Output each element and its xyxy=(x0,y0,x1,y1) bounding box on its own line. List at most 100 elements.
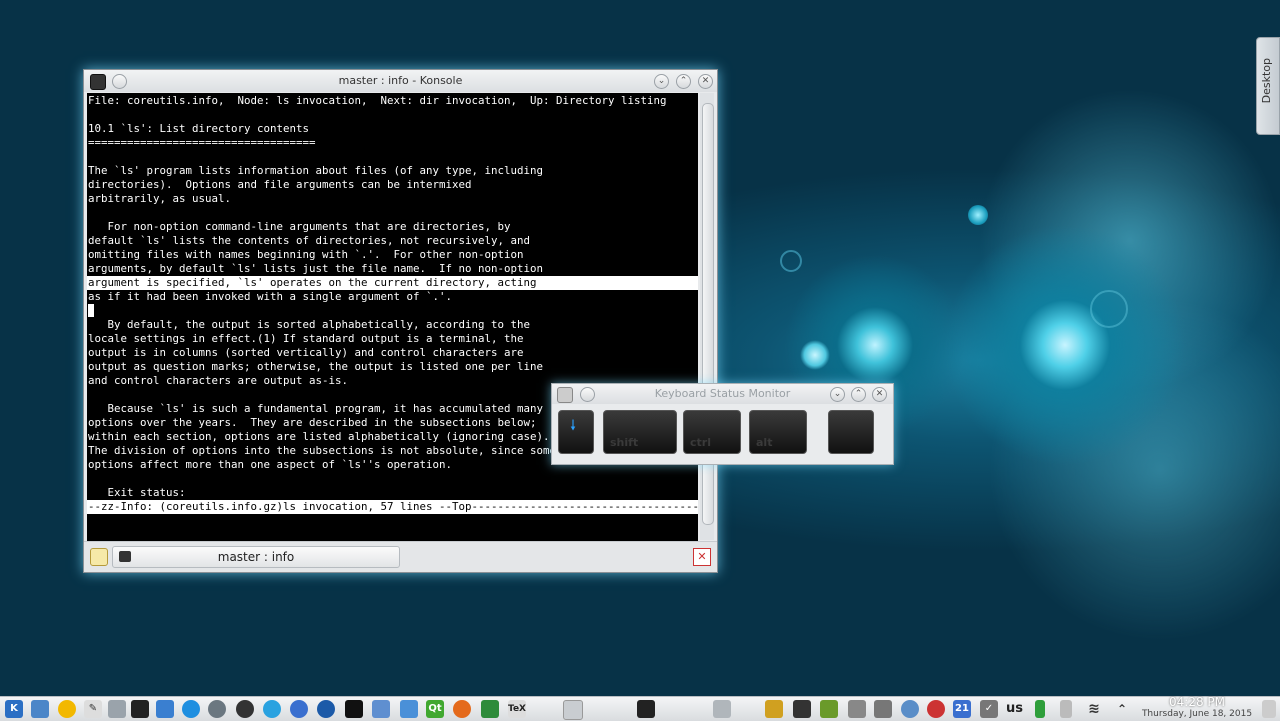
mouse-button-indicator: 🠗 xyxy=(558,410,594,454)
terminal-scrollbar[interactable] xyxy=(700,93,714,540)
terminal-line: directories). Options and file arguments… xyxy=(88,178,472,191)
terminal-line: 10.1 `ls': List directory contents xyxy=(88,122,310,135)
terminal-line: --zz-Info: (coreutils.info.gz)ls invocat… xyxy=(87,500,698,514)
terminal-line: default `ls' lists the contents of direc… xyxy=(88,234,531,247)
ctrl-key-label: ctrl xyxy=(690,436,711,449)
browser-icon[interactable] xyxy=(182,700,200,718)
terminal-output[interactable]: File: coreutils.info, Node: ls invocatio… xyxy=(87,93,698,541)
tex-icon[interactable]: TeX xyxy=(508,700,526,718)
close-tab-icon[interactable]: ✕ xyxy=(693,548,711,566)
konsole-tabbar: master : info ✕ xyxy=(84,541,717,572)
terminal-line: output as question marks; otherwise, the… xyxy=(88,360,544,373)
recycle-icon[interactable] xyxy=(713,700,731,718)
firefox-icon[interactable] xyxy=(453,700,471,718)
monitor-icon[interactable] xyxy=(793,700,811,718)
terminal-line: argument is specified, `ls' operates on … xyxy=(87,276,698,290)
console-icon[interactable] xyxy=(345,700,363,718)
kbm-sticky-button[interactable] xyxy=(580,387,595,402)
kbm-maximize-button[interactable]: ⌃ xyxy=(851,387,866,402)
network-icon[interactable] xyxy=(901,700,919,718)
terminal-line: =================================== xyxy=(88,136,316,149)
window-title: master : info - Konsole xyxy=(338,74,463,87)
kbm-titlebar[interactable]: Keyboard Status Monitor ⌄ ⌃ ✕ xyxy=(552,384,893,404)
terminal-line: For non-option command-line arguments th… xyxy=(88,220,511,233)
install-icon[interactable] xyxy=(481,700,499,718)
kbm-title: Keyboard Status Monitor xyxy=(654,387,791,400)
wallpaper-bubble xyxy=(780,250,802,272)
calc-icon[interactable] xyxy=(372,700,390,718)
ctrl-key-indicator: ctrl xyxy=(683,410,741,454)
minimize-button[interactable]: ⌄ xyxy=(654,74,669,89)
terminal-icon[interactable] xyxy=(131,700,149,718)
alt-key-indicator: alt xyxy=(749,410,807,454)
package-icon[interactable] xyxy=(765,700,783,718)
terminal-line: output is in columns (sorted vertically)… xyxy=(88,346,524,359)
clock-time: 04:28 PM xyxy=(1169,695,1225,709)
tools-icon[interactable] xyxy=(848,700,866,718)
book-icon[interactable] xyxy=(820,700,838,718)
kbm-minimize-button[interactable]: ⌄ xyxy=(830,387,845,402)
wallpaper-bubble xyxy=(968,205,988,225)
terminal-line: arguments, by default `ls' lists just th… xyxy=(88,262,544,275)
download-icon[interactable] xyxy=(400,700,418,718)
terminal-line: File: coreutils.info, Node: ls invocatio… xyxy=(88,94,667,107)
clock[interactable]: 04:28 PM Thursday, June 18, 2015 xyxy=(1138,695,1256,721)
kde-menu-icon[interactable]: K xyxy=(5,700,23,718)
wrench-icon[interactable] xyxy=(874,700,892,718)
taskbar: K ✎ Qt TeX 21 ✓ us ≋ ⌃ 04:28 PM Thursday… xyxy=(0,696,1280,721)
terminal-line: as if it had been invoked with a single … xyxy=(88,290,453,303)
globe-icon[interactable] xyxy=(317,700,335,718)
new-tab-icon[interactable] xyxy=(90,548,108,566)
terminal-line: arbitrarily, as usual. xyxy=(88,192,232,205)
terminal-line: By default, the output is sorted alphabe… xyxy=(88,318,531,331)
keyboard-layout-indicator[interactable]: us xyxy=(1006,701,1023,716)
checkmark-icon[interactable]: ✓ xyxy=(980,700,998,718)
maximize-button[interactable]: ⌃ xyxy=(676,74,691,89)
notification-icon[interactable] xyxy=(1262,700,1276,718)
extra-key-indicator xyxy=(828,410,874,454)
terminal-cursor xyxy=(88,304,94,317)
wallpaper-bubble xyxy=(1090,290,1128,328)
desktop-icon[interactable] xyxy=(31,700,49,718)
close-button[interactable]: ✕ xyxy=(698,74,713,89)
wifi-icon[interactable]: ≋ xyxy=(1085,700,1103,718)
document-icon[interactable] xyxy=(156,700,174,718)
tab-master-info[interactable]: master : info xyxy=(112,546,400,568)
folder-icon[interactable] xyxy=(108,700,126,718)
alt-key-label: alt xyxy=(756,436,773,449)
calendar-icon[interactable]: 21 xyxy=(953,700,971,718)
kbm-close-button[interactable]: ✕ xyxy=(872,387,887,402)
tab-label: master : info xyxy=(217,550,295,564)
terminal-line: Exit status: xyxy=(88,486,186,499)
gear-icon[interactable] xyxy=(208,700,226,718)
web-icon[interactable] xyxy=(290,700,308,718)
tab-terminal-icon xyxy=(119,551,131,562)
desktop-tab-label: Desktop xyxy=(1260,58,1273,104)
wallpaper-bubble xyxy=(800,340,830,370)
terminal-line: locale settings in effect.(1) If standar… xyxy=(88,332,524,345)
konsole-titlebar[interactable]: master : info - Konsole ⌄ ⌃ ✕ xyxy=(84,70,717,92)
sticky-button[interactable] xyxy=(112,74,127,89)
tray-arrow-icon[interactable]: ⌃ xyxy=(1113,700,1131,718)
battery-icon[interactable] xyxy=(1035,700,1045,718)
bug-icon[interactable] xyxy=(236,700,254,718)
shift-key-label: shift xyxy=(610,436,639,449)
qt-icon[interactable]: Qt xyxy=(426,700,444,718)
terminal-app-icon[interactable] xyxy=(90,74,106,90)
konsole-window: master : info - Konsole ⌄ ⌃ ✕ File: core… xyxy=(83,69,718,573)
sync-icon[interactable] xyxy=(263,700,281,718)
clock-date: Thursday, June 18, 2015 xyxy=(1141,709,1253,719)
task-konsole-icon[interactable] xyxy=(563,700,583,720)
kbm-app-icon[interactable] xyxy=(557,387,573,403)
task-terminal-icon[interactable] xyxy=(637,700,655,718)
desktop-panel-tab[interactable]: Desktop xyxy=(1256,37,1280,135)
editor-icon[interactable]: ✎ xyxy=(84,700,102,718)
terminal-line: The `ls' program lists information about… xyxy=(88,164,544,177)
lightbulb-icon[interactable] xyxy=(58,700,76,718)
alarm-icon[interactable] xyxy=(927,700,945,718)
arrow-down-icon: 🠗 xyxy=(570,418,577,434)
clipboard-icon[interactable] xyxy=(1060,700,1072,718)
